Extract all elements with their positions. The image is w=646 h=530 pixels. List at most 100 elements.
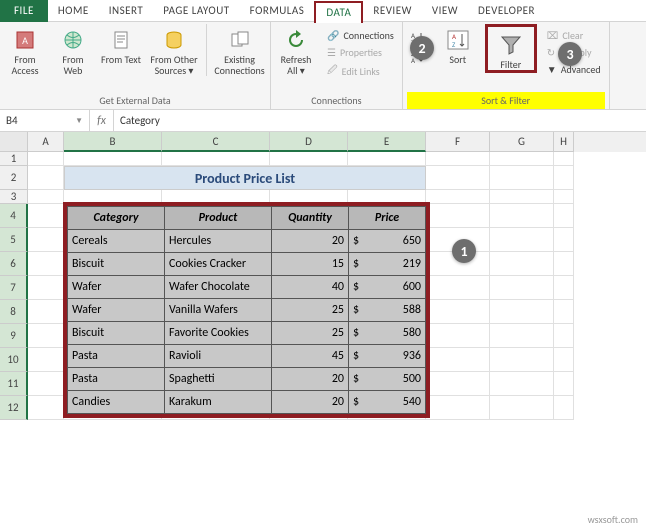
row-header-6[interactable]: 6 [0, 252, 28, 276]
cell-price[interactable]: $936 [349, 345, 426, 368]
row-header-3[interactable]: 3 [0, 190, 28, 204]
existing-connections-icon [228, 28, 252, 52]
properties-button: ☰Properties [323, 45, 398, 60]
refresh-icon [284, 28, 308, 52]
filter-label: Filter [500, 59, 521, 70]
cell-category[interactable]: Candies [68, 391, 165, 414]
table-row: BiscuitCookies Cracker15$219 [68, 253, 426, 276]
table-row: BiscuitFavorite Cookies25$580 [68, 322, 426, 345]
tab-file[interactable]: FILE [0, 0, 48, 22]
connections-icon: 🔗 [327, 29, 339, 42]
funnel-icon [499, 33, 523, 57]
th-product[interactable]: Product [165, 207, 272, 230]
cell-category[interactable]: Pasta [68, 345, 165, 368]
cell-price[interactable]: $588 [349, 299, 426, 322]
cell-product[interactable]: Hercules [165, 230, 272, 253]
edit-links-button: 🖉Edit Links [323, 62, 398, 81]
cell-product[interactable]: Karakum [165, 391, 272, 414]
from-other-sources-button[interactable]: From Other Sources ▾ [148, 24, 200, 76]
existing-connections-button[interactable]: Existing Connections [206, 24, 266, 76]
row-header-5[interactable]: 5 [0, 228, 28, 252]
cell-quantity[interactable]: 40 [272, 276, 349, 299]
col-header-f[interactable]: F [426, 132, 490, 152]
properties-icon: ☰ [327, 46, 336, 59]
cell-price[interactable]: $650 [349, 230, 426, 253]
from-web-button[interactable]: From Web [52, 24, 94, 76]
name-box[interactable]: B4▼ [0, 110, 90, 131]
cell-quantity[interactable]: 45 [272, 345, 349, 368]
filter-button[interactable]: Filter [490, 29, 532, 70]
cell-product[interactable]: Wafer Chocolate [165, 276, 272, 299]
cell-quantity[interactable]: 20 [272, 391, 349, 414]
th-quantity[interactable]: Quantity [272, 207, 349, 230]
formula-input[interactable]: Category [114, 114, 646, 127]
tab-page-layout[interactable]: PAGE LAYOUT [153, 0, 239, 22]
col-header-b[interactable]: B [64, 132, 162, 152]
cell-product[interactable]: Favorite Cookies [165, 322, 272, 345]
row-header-8[interactable]: 8 [0, 300, 28, 324]
col-header-d[interactable]: D [270, 132, 348, 152]
tab-review[interactable]: REVIEW [363, 0, 422, 22]
cell-category[interactable]: Cereals [68, 230, 165, 253]
cell-quantity[interactable]: 15 [272, 253, 349, 276]
from-text-label: From Text [101, 54, 141, 65]
cell-product[interactable]: Ravioli [165, 345, 272, 368]
connections-button[interactable]: 🔗Connections [323, 28, 398, 43]
svg-text:A: A [22, 34, 28, 47]
tab-insert[interactable]: INSERT [99, 0, 154, 22]
cell-quantity[interactable]: 20 [272, 230, 349, 253]
sort-button[interactable]: AZ Sort [437, 24, 479, 65]
table-row: CerealsHercules20$650 [68, 230, 426, 253]
col-header-g[interactable]: G [490, 132, 554, 152]
cell-category[interactable]: Biscuit [68, 322, 165, 345]
row-header-9[interactable]: 9 [0, 324, 28, 348]
row-header-7[interactable]: 7 [0, 276, 28, 300]
row-header-11[interactable]: 11 [0, 372, 28, 396]
row-header-2[interactable]: 2 [0, 166, 28, 190]
tab-formulas[interactable]: FORMULAS [240, 0, 315, 22]
cell-quantity[interactable]: 25 [272, 299, 349, 322]
cell-price[interactable]: $219 [349, 253, 426, 276]
table-row: PastaRavioli45$936 [68, 345, 426, 368]
cell-category[interactable]: Wafer [68, 276, 165, 299]
cell-category[interactable]: Pasta [68, 368, 165, 391]
th-price[interactable]: Price [349, 207, 426, 230]
tab-view[interactable]: VIEW [422, 0, 468, 22]
col-header-c[interactable]: C [162, 132, 270, 152]
cell-quantity[interactable]: 20 [272, 368, 349, 391]
title-banner[interactable]: Product Price List [64, 166, 426, 190]
from-access-button[interactable]: A From Access [4, 24, 46, 76]
tab-developer[interactable]: DEVELOPER [468, 0, 545, 22]
row-header-4[interactable]: 4 [0, 204, 28, 228]
refresh-all-label: Refresh All ▾ [275, 54, 317, 76]
row-header-12[interactable]: 12 [0, 396, 28, 420]
col-header-h[interactable]: H [554, 132, 574, 152]
tab-home[interactable]: HOME [48, 0, 99, 22]
cell-price[interactable]: $600 [349, 276, 426, 299]
fx-button[interactable]: fx [90, 110, 114, 131]
table-row: CandiesKarakum20$540 [68, 391, 426, 414]
cell-category[interactable]: Wafer [68, 299, 165, 322]
cell-category[interactable]: Biscuit [68, 253, 165, 276]
callout-3: 3 [558, 42, 582, 66]
cell-price[interactable]: $580 [349, 322, 426, 345]
cell-quantity[interactable]: 25 [272, 322, 349, 345]
edit-links-icon: 🖉 [327, 63, 338, 80]
select-all-corner[interactable] [0, 132, 28, 152]
cell-product[interactable]: Spaghetti [165, 368, 272, 391]
row-header-1[interactable]: 1 [0, 152, 28, 166]
cell-product[interactable]: Cookies Cracker [165, 253, 272, 276]
tab-data[interactable]: DATA [314, 1, 363, 23]
th-category[interactable]: Category [68, 207, 165, 230]
cell-product[interactable]: Vanilla Wafers [165, 299, 272, 322]
row-header-10[interactable]: 10 [0, 348, 28, 372]
cell-price[interactable]: $500 [349, 368, 426, 391]
from-text-button[interactable]: From Text [100, 24, 142, 65]
refresh-all-button[interactable]: Refresh All ▾ [275, 24, 317, 76]
cell-price[interactable]: $540 [349, 391, 426, 414]
from-other-label: From Other Sources ▾ [148, 54, 200, 76]
col-header-a[interactable]: A [28, 132, 64, 152]
sort-icon: AZ [446, 28, 470, 52]
group-label-connections: Connections [275, 92, 398, 109]
col-header-e[interactable]: E [348, 132, 426, 152]
